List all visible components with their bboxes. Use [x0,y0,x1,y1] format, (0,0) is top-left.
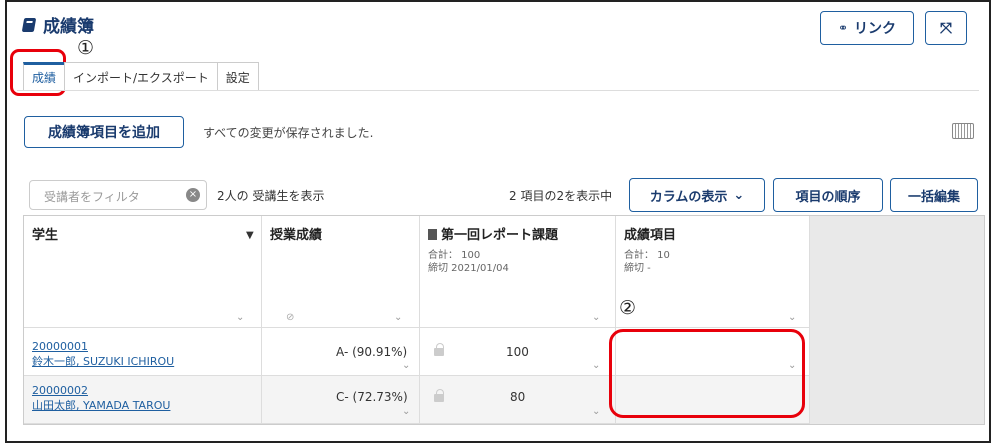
document-icon [428,229,437,240]
lock-icon [434,389,444,402]
report-score-cell[interactable]: 80 ⌄ [420,376,616,424]
bulk-edit-button[interactable]: 一括編集 [890,178,978,212]
column-header-report[interactable]: 第一回レポート課題 合計： 100 締切 2021/01/04 ⌄ [420,216,616,328]
column-menu-icon[interactable]: ⌄ [236,312,244,323]
page-title: 成績簿 [21,12,94,37]
tab-divider [17,90,979,91]
student-filter-input[interactable]: 受講者をフィルタ × [29,180,207,210]
sort-caret-icon[interactable]: ▼ [246,230,254,241]
students-shown-count: 2人の 受講生を表示 [217,189,325,203]
annotation-1: ① [77,37,95,59]
lock-icon [434,343,444,356]
table-row-student-cell: 20000001 鈴木一郎, SUZUKI ICHIROU [24,328,262,376]
gradebook-grid: 学生 ▼ ⌄ 授業成績 ⊘ ⌄ 第一回レポート課題 合計： 100 締切 202… [23,215,985,425]
student-name-link[interactable]: 山田太郎, YAMADA TAROU [32,397,170,413]
cell-menu-icon[interactable]: ⌄ [402,360,410,371]
book-icon [21,17,37,32]
column-header-student[interactable]: 学生 ▼ ⌄ [24,216,262,328]
tab-bar: 成績 インポート/エクスポート 設定 [23,62,259,90]
item-order-button[interactable]: 項目の順序 [773,178,883,212]
tab-import-export[interactable]: インポート/エクスポート [64,62,218,90]
expand-button[interactable]: ⤧ [925,11,967,45]
column-menu-icon[interactable]: ⌄ [394,312,402,323]
eye-slash-icon[interactable]: ⊘ [286,312,294,323]
report-score-cell[interactable]: 100 ⌄ [420,328,616,376]
column-header-course-grade[interactable]: 授業成績 ⊘ ⌄ [262,216,420,328]
column-menu-icon[interactable]: ⌄ [592,312,600,323]
keyboard-icon[interactable] [952,123,974,139]
clear-icon[interactable]: × [186,188,200,202]
student-id-link[interactable]: 20000001 [32,340,88,353]
table-row-student-cell: 20000002 山田太郎, YAMADA TAROU [24,376,262,424]
gradebook-panel: 成績簿 ⚭ リンク ⤧ ① 成績 インポート/エクスポート 設定 成績簿項目を追… [5,0,991,443]
cell-menu-icon[interactable]: ⌄ [592,360,600,371]
chevron-down-icon: ⌄ [733,187,745,203]
cell-menu-icon[interactable]: ⌄ [592,406,600,417]
course-grade-cell[interactable]: A- (90.91%) ⌄ [262,328,420,376]
link-icon: ⚭ [837,21,849,35]
student-name-link[interactable]: 鈴木一郎, SUZUKI ICHIROU [32,353,174,369]
add-gradebook-item-button[interactable]: 成績簿項目を追加 [24,116,184,148]
link-button[interactable]: ⚭ リンク [820,11,914,45]
items-shown-count: 2 項目の2を表示中 [509,189,613,203]
tab-settings[interactable]: 設定 [216,62,259,90]
highlight-box-cells [609,329,805,418]
expand-icon: ⤧ [939,19,952,37]
cell-menu-icon[interactable]: ⌄ [402,406,410,417]
save-status: すべての変更が保存されました. [203,126,374,140]
course-grade-cell[interactable]: C- (72.73%) ⌄ [262,376,420,424]
column-visibility-button[interactable]: カラムの表示 ⌄ [629,178,765,212]
tab-grades[interactable]: 成績 [23,62,66,90]
student-id-link[interactable]: 20000002 [32,384,88,397]
column-menu-icon[interactable]: ⌄ [788,312,796,323]
column-header-grade-item[interactable]: 成績項目 合計： 10 締切 - ⌄ [616,216,810,328]
annotation-2: ② [619,297,637,319]
